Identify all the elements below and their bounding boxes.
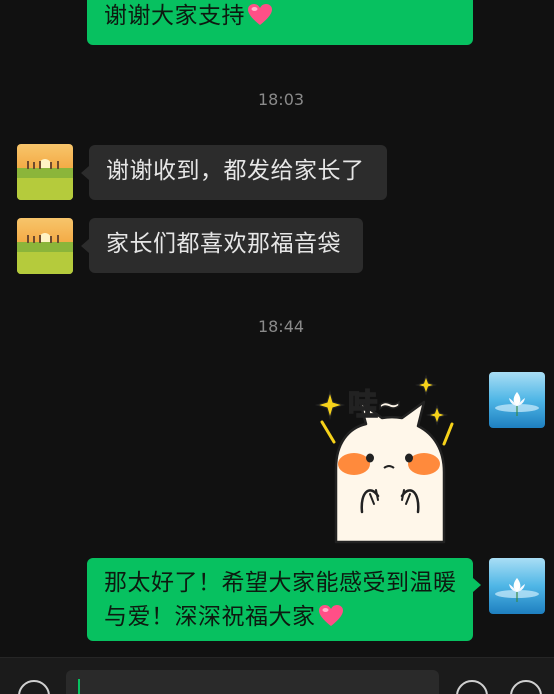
bubble-tail [473,578,481,592]
message-text: 谢谢大家支持 [104,3,245,29]
my-avatar[interactable] [489,558,545,614]
outgoing-message-bubble[interactable]: 那太好了！希望大家能感受到温暖 与爱！深深祝福大家 [87,558,473,641]
contact-avatar[interactable] [17,218,73,274]
incoming-message-bubble[interactable]: 谢谢收到，都发给家长了 [89,145,387,200]
my-avatar[interactable] [489,372,545,428]
message-text: 谢谢收到，都发给家长了 [106,158,365,184]
bubble-tail [81,166,89,180]
sticker-caption: 哇~ [347,387,403,424]
cat-sticker[interactable]: 哇~ [314,372,464,544]
message-text-line: 与爱！深深祝福大家 [104,604,316,630]
chat-screen: 谢谢大家支持 18:03 谢谢收到，都发给家长了 家长们都喜欢那福音袋 18:4… [0,0,554,694]
message-input[interactable] [66,670,439,694]
bubble-tail [81,239,89,253]
message-text-line: 那太好了！希望大家能感受到温暖 [104,570,457,596]
timestamp: 18:44 [257,317,305,336]
message-text: 家长们都喜欢那福音袋 [106,231,341,257]
incoming-message-bubble[interactable]: 家长们都喜欢那福音袋 [89,218,363,273]
heart-emoji-icon [318,604,344,638]
text-cursor [78,679,80,694]
contact-avatar[interactable] [17,144,73,200]
outgoing-message-bubble[interactable]: 谢谢大家支持 [87,0,473,45]
timestamp: 18:03 [257,90,305,109]
heart-emoji-icon [247,3,273,37]
